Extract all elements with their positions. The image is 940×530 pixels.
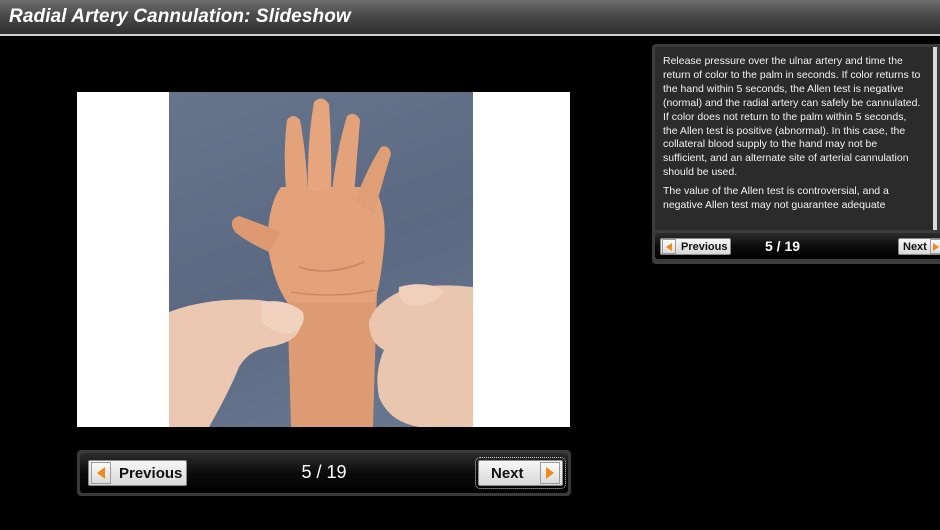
caption-nav: Previous 5 / 19 Next [655, 233, 940, 259]
caption-next-button[interactable]: Next [898, 238, 940, 255]
hand-wrist-illustration [169, 98, 473, 427]
next-button[interactable]: Next [475, 457, 566, 489]
arrow-right-icon [540, 462, 560, 484]
main-slide-nav-inner: Previous 5 / 19 Next [80, 453, 568, 493]
caption-text-box[interactable]: Release pressure over the ulnar artery a… [655, 47, 937, 230]
page-title: Radial Artery Cannulation: Slideshow [9, 6, 351, 27]
next-button-label: Next [491, 464, 524, 482]
arrow-right-icon [929, 239, 940, 254]
slide-photo [169, 92, 473, 427]
caption-next-label: Next [903, 240, 927, 253]
caption-paragraph: The value of the Allen test is controver… [663, 185, 889, 212]
title-bar: Radial Artery Cannulation: Slideshow [0, 0, 940, 36]
slide-image-frame [77, 92, 570, 427]
main-slide-nav: Previous 5 / 19 Next [77, 450, 571, 496]
caption-panel: Release pressure over the ulnar artery a… [652, 44, 940, 264]
caption-paragraph: Release pressure over the ulnar artery a… [663, 55, 921, 179]
